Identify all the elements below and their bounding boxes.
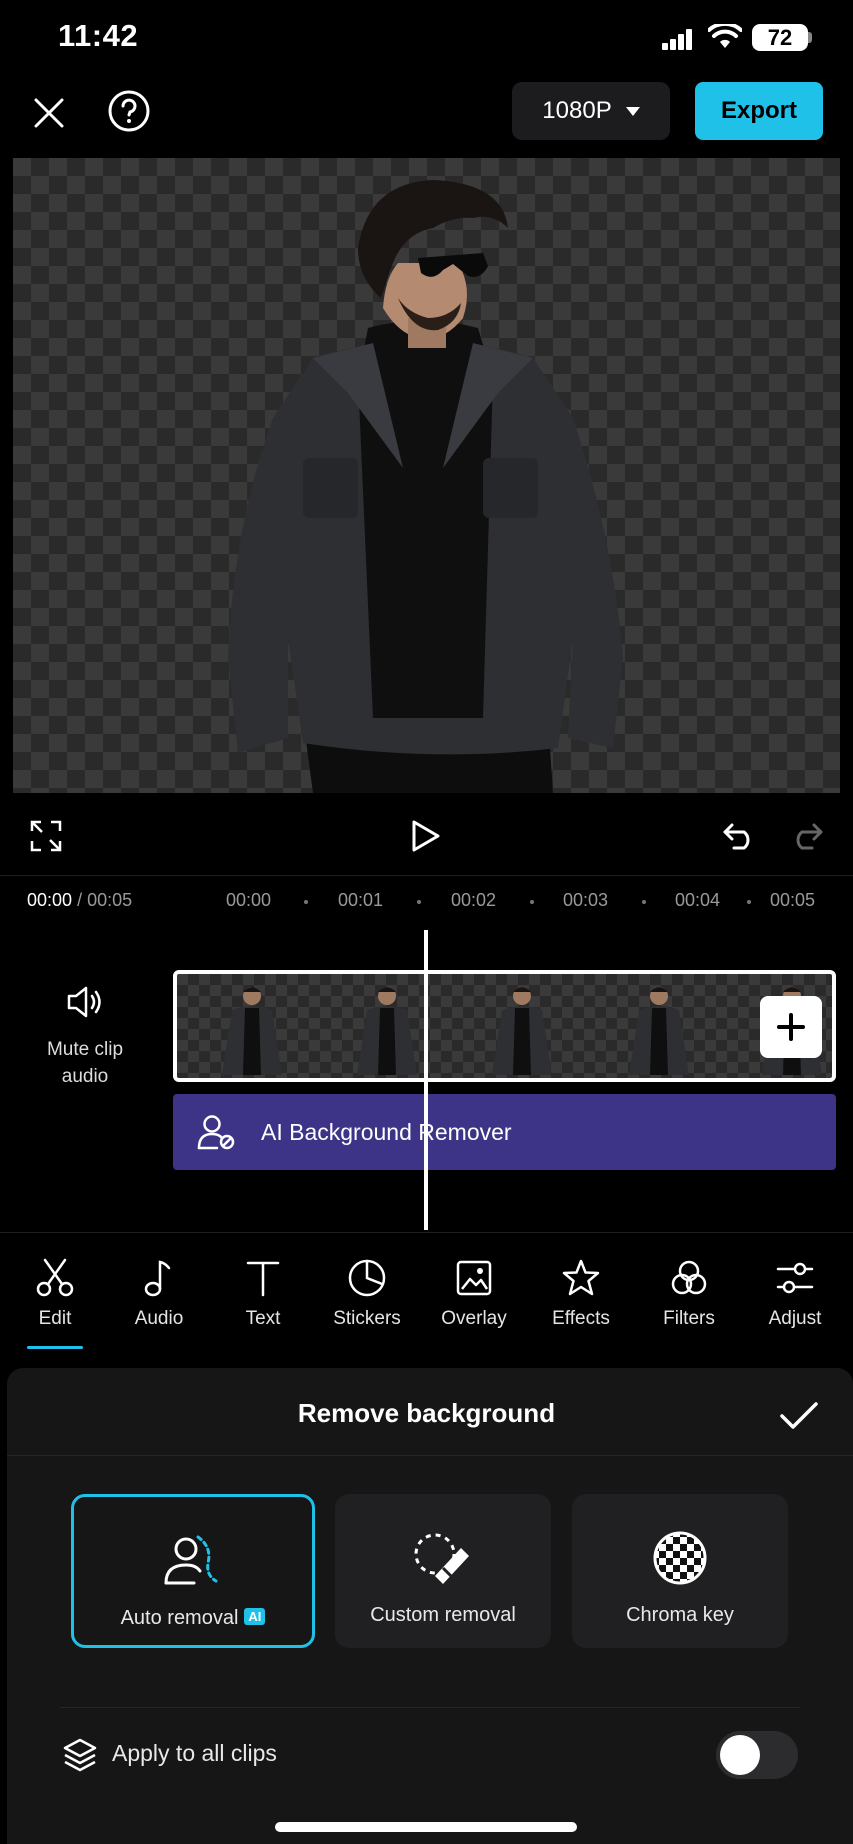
cellular-signal-icon [662, 28, 694, 50]
current-time-value: 00:00 [27, 890, 73, 910]
auto-removal-option[interactable]: Auto removal AI [71, 1494, 315, 1648]
clip-thumbnail [629, 987, 689, 1075]
sticker-icon [348, 1259, 386, 1297]
person-cutout-image [228, 180, 623, 793]
undo-button[interactable] [718, 816, 762, 856]
wifi-icon [708, 24, 742, 48]
tool-filters[interactable]: Filters [639, 1258, 739, 1330]
home-indicator [275, 1822, 577, 1832]
ruler-tick: 00:01 [338, 890, 384, 910]
ai-background-remover-track[interactable]: AI Background Remover [173, 1094, 836, 1170]
help-button[interactable] [104, 86, 154, 136]
sheet-divider [7, 1455, 853, 1456]
layers-icon [63, 1738, 97, 1772]
ruler-tick: 00:03 [563, 890, 609, 910]
close-icon [34, 98, 64, 128]
ruler-tick: 00:04 [675, 890, 721, 910]
playhead[interactable] [424, 930, 428, 1230]
tool-stickers[interactable]: Stickers [317, 1258, 417, 1330]
tool-label: Audio [134, 1308, 184, 1329]
export-button[interactable]: Export [695, 82, 823, 140]
sliders-icon [776, 1262, 814, 1294]
custom-removal-label: Custom removal [370, 1604, 516, 1626]
music-note-icon [144, 1260, 171, 1297]
tool-adjust[interactable]: Adjust [745, 1258, 845, 1330]
clip-thumbnail [357, 987, 417, 1075]
mute-clip-label: Mute clip audio [46, 1039, 124, 1087]
effect-label: AI Background Remover [261, 1118, 512, 1145]
auto-removal-icon [164, 1535, 218, 1585]
ruler-dot [530, 900, 534, 904]
redo-button[interactable] [784, 816, 828, 856]
battery-nub [808, 32, 812, 43]
tool-effects[interactable]: Effects [531, 1258, 631, 1330]
tool-label: Stickers [333, 1308, 401, 1329]
scissors-icon [36, 1258, 74, 1297]
ai-badge: AI [244, 1608, 266, 1625]
play-button[interactable] [404, 814, 448, 858]
tool-edit[interactable]: Edit [5, 1258, 105, 1330]
star-icon [562, 1259, 600, 1296]
tool-label: Overlay [441, 1308, 507, 1329]
clip-thumbnail [492, 987, 552, 1075]
add-clip-button[interactable] [760, 996, 822, 1058]
ruler-dot [642, 900, 646, 904]
close-button[interactable] [24, 88, 74, 138]
checkmark-icon [780, 1402, 818, 1429]
chroma-key-icon [653, 1531, 707, 1585]
clip-thumbnail [222, 987, 282, 1075]
ruler-dot [417, 900, 421, 904]
total-time: / 00:05 [77, 890, 133, 910]
caret-down-icon [625, 106, 640, 116]
battery-indicator: 72 [752, 24, 808, 51]
resolution-value: 1080P [542, 97, 612, 124]
filters-icon [671, 1260, 707, 1295]
speaker-icon [67, 986, 101, 1018]
chroma-key-option[interactable]: Chroma key [572, 1494, 788, 1648]
fullscreen-icon [30, 820, 62, 852]
fullscreen-button[interactable] [26, 816, 66, 856]
custom-removal-icon [414, 1533, 469, 1584]
undo-icon [723, 823, 750, 850]
redo-icon [796, 823, 823, 850]
custom-removal-option[interactable]: Custom removal [335, 1494, 551, 1648]
tool-label: Text [245, 1308, 281, 1329]
resolution-dropdown[interactable]: 1080P [512, 82, 670, 140]
ruler-dot [747, 900, 751, 904]
status-time: 11:42 [58, 18, 139, 53]
overlay-icon [456, 1260, 492, 1296]
tool-label: Effects [552, 1308, 610, 1329]
active-tool-indicator [27, 1346, 83, 1349]
video-preview[interactable] [13, 158, 840, 793]
apply-to-all-clips-label: Apply to all clips [112, 1740, 277, 1766]
text-icon [246, 1261, 280, 1297]
ruler-tick: 00:02 [451, 890, 497, 910]
toolbar-divider [0, 1232, 853, 1233]
tool-text[interactable]: Text [213, 1258, 313, 1330]
help-icon [108, 90, 150, 132]
plus-icon [777, 1013, 805, 1041]
apply-divider [60, 1707, 800, 1708]
ruler-dot [304, 900, 308, 904]
ruler-tick: 00:05 [770, 890, 816, 910]
auto-removal-label: Auto removal AI [74, 1607, 312, 1630]
toggle-knob [720, 1735, 760, 1775]
controls-divider [0, 875, 853, 876]
current-time: 00:00 / 00:05 [27, 890, 132, 911]
tool-label: Filters [663, 1308, 715, 1329]
tool-overlay[interactable]: Overlay [424, 1258, 524, 1330]
ruler-tick: 00:00 [226, 890, 272, 910]
person-remove-icon [197, 1115, 235, 1150]
sheet-title: Remove background [297, 1398, 556, 1428]
tool-audio[interactable]: Audio [109, 1258, 209, 1330]
tool-label: Edit [38, 1308, 72, 1329]
chroma-key-label: Chroma key [626, 1604, 734, 1626]
play-icon [412, 820, 440, 852]
video-clip-track[interactable] [173, 970, 836, 1082]
tool-label: Adjust [768, 1308, 822, 1329]
confirm-button[interactable] [775, 1392, 823, 1440]
